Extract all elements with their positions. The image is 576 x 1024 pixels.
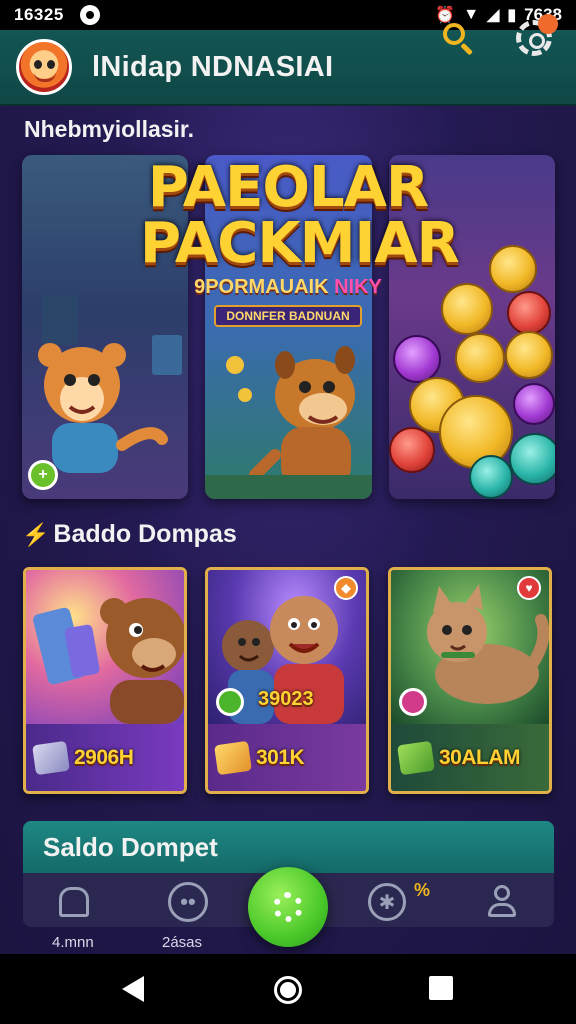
recents-icon[interactable] xyxy=(429,976,453,1000)
bear-card-value: 2906H xyxy=(74,745,134,769)
banner-logo: PAEOLAR PACKMIAR 9PORMAUAIK NIKY DONNFER… xyxy=(140,155,460,327)
cat-card-value: 30ALAM xyxy=(439,745,521,769)
coin-icon xyxy=(389,427,435,473)
coin-icon xyxy=(509,433,555,485)
logo-eye xyxy=(34,60,42,69)
logo-eye xyxy=(47,60,55,69)
game-card-friends[interactable]: ◆ 39023 301K xyxy=(205,567,369,794)
notification-dot-icon xyxy=(79,5,100,25)
nav-games[interactable]: •• xyxy=(164,880,212,924)
home-circle-icon[interactable] xyxy=(274,976,302,1004)
gem-icon xyxy=(32,740,70,775)
status-time: 16325 xyxy=(14,5,64,24)
games-section-label: Baddo Dompas xyxy=(53,520,237,548)
wallet-title: Saldo Dompet xyxy=(43,831,218,862)
banner-strip: DONNFER BADNUAN xyxy=(214,305,362,327)
settings-icon xyxy=(273,892,303,922)
banner-logo-line1: PAEOLAR xyxy=(147,155,429,220)
coin-icon xyxy=(507,291,551,335)
coin-icon xyxy=(489,245,537,293)
banner-logo-line2: PACKMIAR xyxy=(140,211,460,276)
search-icon xyxy=(441,21,475,56)
friends-card-mid-label: 39023 xyxy=(258,688,314,710)
banner-sub-pink: NIKY xyxy=(334,276,382,298)
status-bar: 16325 ⏰ ▼ ◢ ▮ 7638 xyxy=(0,0,576,30)
nav-profile[interactable] xyxy=(478,880,526,924)
featured-section-title: Nhebmyiollasir. xyxy=(24,116,195,142)
game-card-bear[interactable]: 2906H xyxy=(23,567,187,794)
heart-icon: ♥ xyxy=(517,576,541,600)
signal-icon: ◢ xyxy=(487,7,500,24)
chest-icon xyxy=(214,740,252,775)
user-body xyxy=(488,903,516,917)
spin-icon: ✱ xyxy=(368,883,406,921)
coin-icon xyxy=(513,383,555,425)
coin-icon xyxy=(393,335,441,383)
nav-spin[interactable]: ✱ xyxy=(363,880,411,924)
games-section-title: ⚡ Baddo Dompas xyxy=(22,520,237,549)
coin-icon xyxy=(469,455,513,499)
system-nav-bar xyxy=(0,954,576,1024)
plus-icon[interactable]: + xyxy=(28,460,58,490)
flag-icon: ◆ xyxy=(334,576,358,600)
banner-sub-text: 9PORMAUAIK xyxy=(194,276,329,298)
wallet-panel[interactable]: Saldo Dompet xyxy=(23,821,554,873)
coin-icon xyxy=(455,333,505,383)
user-icon xyxy=(486,885,518,919)
friends-card-value: 301K xyxy=(256,745,305,769)
center-action-button[interactable] xyxy=(248,867,328,947)
cat-card-footer: 30ALAM xyxy=(391,724,549,791)
user-head xyxy=(494,885,510,901)
coin-icon xyxy=(505,331,553,379)
search-handle xyxy=(460,42,473,56)
coin-icon xyxy=(441,283,493,335)
bear-card-footer: 2906H xyxy=(26,724,184,791)
gamepad-icon: •• xyxy=(168,882,208,922)
nav-games-label: 2ásas xyxy=(162,934,203,951)
pin-icon xyxy=(399,688,427,716)
home-icon xyxy=(59,887,89,917)
settings-button[interactable] xyxy=(512,14,558,60)
bolt-icon: ⚡ xyxy=(22,522,50,547)
box-icon xyxy=(397,740,435,775)
bear-card-illustration xyxy=(33,598,184,724)
logo-smile xyxy=(34,72,56,82)
notification-badge xyxy=(538,14,558,34)
app-logo[interactable] xyxy=(16,39,72,95)
search-ring xyxy=(443,23,465,45)
search-button[interactable] xyxy=(436,16,480,60)
app-title: lNidap NDNASIAI xyxy=(92,50,334,83)
nav-home-label: 4.mnn xyxy=(52,934,94,951)
app-header: lNidap NDNASIAI xyxy=(0,30,576,106)
pin-icon xyxy=(216,688,244,716)
percent-icon: % xyxy=(414,880,431,900)
friends-card-footer: 301K xyxy=(208,724,366,791)
back-icon[interactable] xyxy=(122,976,144,1002)
nav-home[interactable] xyxy=(50,880,98,924)
bear-card-art xyxy=(26,570,184,724)
game-card-cat[interactable]: ♥ 30ALAM xyxy=(388,567,552,794)
banner-logo-sub: 9PORMAUAIK NIKY xyxy=(140,276,436,299)
